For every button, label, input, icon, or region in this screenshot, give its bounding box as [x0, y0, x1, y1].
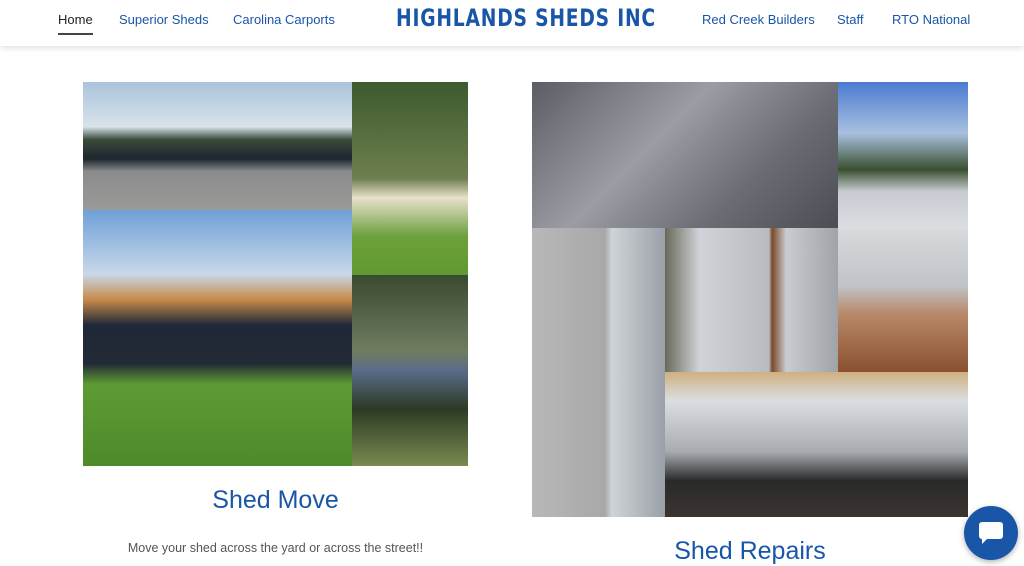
site-header: Home Superior Sheds Carolina Carports HI…: [0, 0, 1024, 46]
shed-move-description: Move your shed across the yard or across…: [127, 541, 424, 555]
nav-rto-national[interactable]: RTO National: [892, 12, 970, 27]
nav-carolina-carports[interactable]: Carolina Carports: [233, 12, 335, 27]
nav-superior-sheds[interactable]: Superior Sheds: [119, 12, 209, 27]
chat-button[interactable]: [964, 506, 1018, 560]
shed-repairs-title[interactable]: Shed Repairs: [532, 537, 968, 566]
shed-move-title[interactable]: Shed Move: [83, 486, 468, 515]
chat-bubble-icon: [979, 522, 1003, 539]
site-logo[interactable]: HIGHLANDS SHEDS INC: [396, 4, 656, 32]
nav-home[interactable]: Home: [58, 12, 93, 35]
nav-red-creek-builders[interactable]: Red Creek Builders: [702, 12, 815, 27]
nav-staff[interactable]: Staff: [837, 12, 864, 27]
